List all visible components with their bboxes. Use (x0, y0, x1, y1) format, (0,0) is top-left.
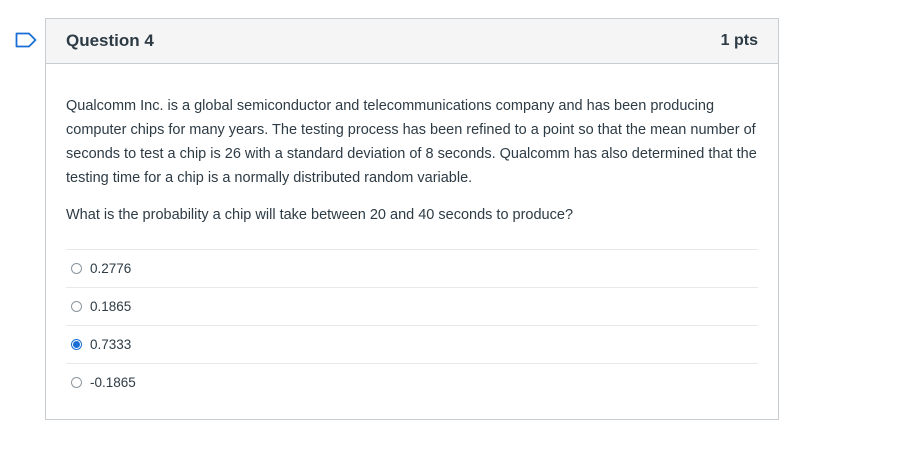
answer-list: 0.2776 0.1865 0.7333 -0.1865 (66, 249, 758, 401)
radio-button[interactable] (71, 263, 82, 274)
answer-label: 0.1865 (90, 299, 132, 314)
radio-button[interactable] (71, 377, 82, 388)
radio-button[interactable] (71, 301, 82, 312)
answer-option-2[interactable]: 0.1865 (66, 288, 758, 326)
answer-option-4[interactable]: -0.1865 (66, 364, 758, 401)
answer-label: 0.2776 (90, 261, 132, 276)
question-card: Question 4 1 pts Qualcomm Inc. is a glob… (45, 18, 779, 420)
answer-option-1[interactable]: 0.2776 (66, 250, 758, 288)
answer-label: -0.1865 (90, 375, 136, 390)
radio-button[interactable] (71, 339, 82, 350)
quiz-page: Question 4 1 pts Qualcomm Inc. is a glob… (0, 0, 904, 449)
question-text: Qualcomm Inc. is a global semiconductor … (66, 98, 757, 186)
answer-label: 0.7333 (90, 337, 132, 352)
question-prompt: What is the probability a chip will take… (66, 207, 574, 223)
question-title: Question 4 (66, 31, 154, 50)
question-header: Question 4 1 pts (46, 19, 778, 64)
question-points: 1 pts (720, 32, 758, 49)
answer-option-3[interactable]: 0.7333 (66, 326, 758, 364)
flag-question-icon[interactable] (15, 32, 37, 48)
question-body: Qualcomm Inc. is a global semiconductor … (46, 64, 778, 401)
